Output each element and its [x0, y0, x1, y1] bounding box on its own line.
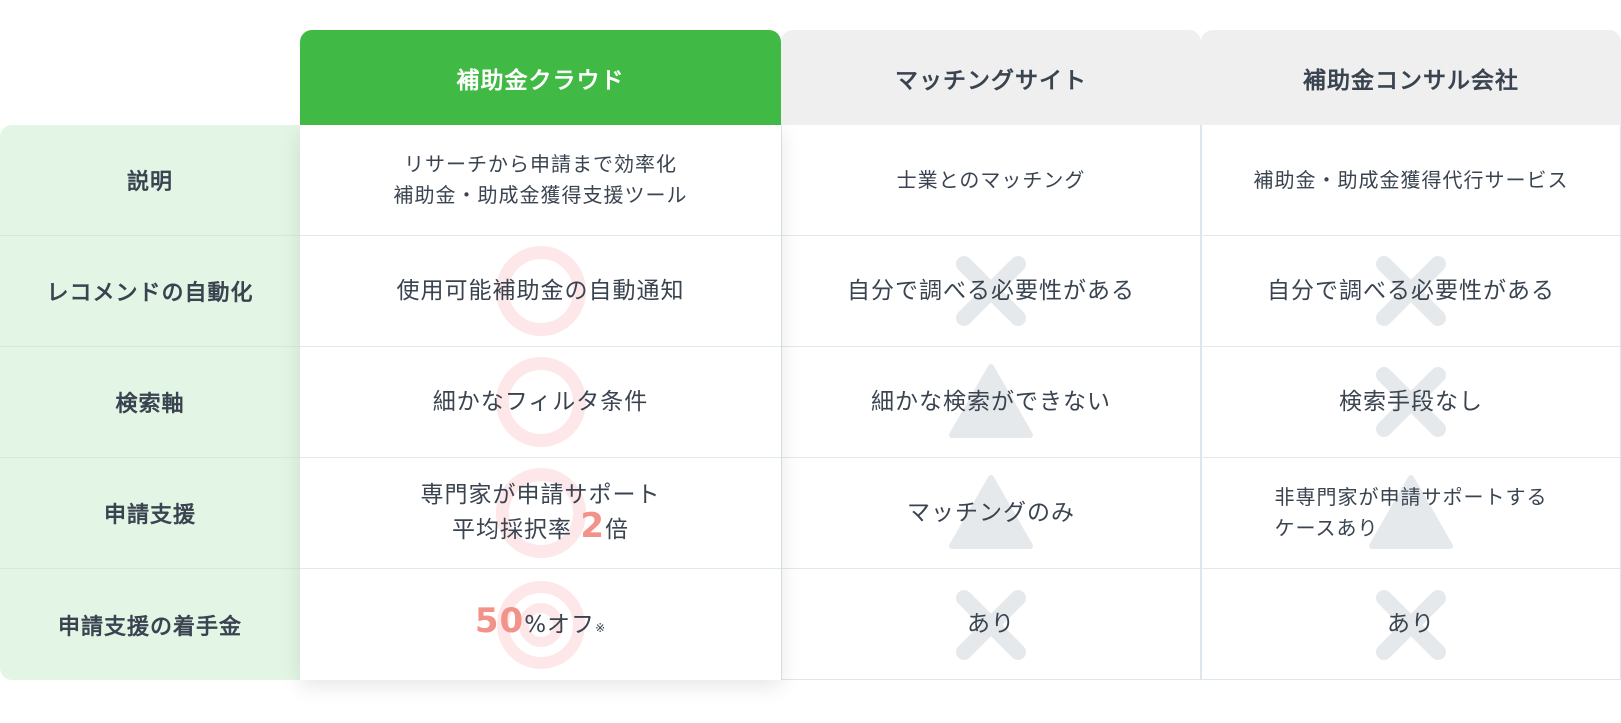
cell-text: 士業とのマッチング [896, 167, 1086, 192]
cell-line: 専門家が申請サポート [420, 482, 661, 508]
header-label: 補助金クラウド [456, 67, 625, 94]
cell-description: 士業とのマッチング [782, 125, 1200, 236]
cell-recommend: 使用可能補助金の自動通知 [300, 236, 781, 347]
cell-text: 非専門家が申請サポートする ケースあり [1275, 482, 1548, 544]
cell-text: 細かな検索ができない [871, 388, 1111, 415]
header-matching-site: マッチングサイト [781, 30, 1201, 125]
row-label-recommend: レコメンドの自動化 [0, 236, 300, 347]
cell-text: 50%オフ※ [475, 604, 607, 644]
cell-line-prefix: 平均採択率 [452, 517, 572, 543]
column-matching-site: 士業とのマッチング 自分で調べる必要性がある 細かな検索ができない マッチングの… [781, 125, 1201, 680]
cell-line-suffix: 倍 [604, 517, 629, 543]
column-hojokin-cloud: リサーチから申請まで効率化 補助金・助成金獲得支援ツール 使用可能補助金の自動通… [300, 125, 781, 680]
header-consultant-company: 補助金コンサル会社 [1201, 30, 1621, 125]
cell-search: 細かなフィルタ条件 [300, 347, 781, 458]
header-label: 補助金コンサル会社 [1303, 67, 1519, 94]
cell-description: リサーチから申請まで効率化 補助金・助成金獲得支援ツール [300, 125, 781, 236]
cell-suffix: %オフ [524, 611, 596, 638]
cell-fee: あり [1202, 569, 1620, 680]
header-hojokin-cloud: 補助金クラウド [300, 30, 781, 125]
cell-text: 補助金・助成金獲得代行サービス [1253, 167, 1569, 192]
highlight-number: 2 [580, 506, 605, 546]
footnote-mark: ※ [595, 620, 607, 635]
row-label-text: レコメンドの自動化 [46, 281, 254, 306]
cell-text: 細かなフィルタ条件 [432, 388, 649, 415]
row-label-fee: 申請支援の着手金 [0, 569, 300, 680]
row-labels-column: 説明 レコメンドの自動化 検索軸 申請支援 申請支援の着手金 [0, 125, 300, 680]
cell-search: 検索手段なし [1202, 347, 1620, 458]
cell-text: 自分で調べる必要性がある [847, 277, 1135, 304]
cell-support: 専門家が申請サポート 平均採択率 2倍 [300, 458, 781, 569]
row-label-support: 申請支援 [0, 458, 300, 569]
cell-fee: あり [782, 569, 1200, 680]
cell-text: 専門家が申請サポート 平均採択率 2倍 [421, 480, 661, 546]
column-consultant-company: 補助金・助成金獲得代行サービス 自分で調べる必要性がある 検索手段なし 非専門家… [1201, 125, 1621, 680]
cell-line: 平均採択率 2倍 [421, 509, 661, 546]
cell-line: 非専門家が申請サポートする [1274, 485, 1548, 509]
cell-text: あり [1387, 611, 1435, 637]
row-label-text: 検索軸 [115, 392, 185, 417]
row-label-search: 検索軸 [0, 347, 300, 458]
cell-text: マッチングのみ [907, 499, 1075, 526]
cell-support: 非専門家が申請サポートする ケースあり [1202, 458, 1620, 569]
cell-search: 細かな検索ができない [782, 347, 1200, 458]
highlight-number: 50 [474, 600, 525, 641]
row-label-text: 説明 [126, 170, 173, 195]
cell-line: 補助金・助成金獲得支援ツール [393, 183, 688, 207]
cell-recommend: 自分で調べる必要性がある [1202, 236, 1620, 347]
cell-recommend: 自分で調べる必要性がある [782, 236, 1200, 347]
cell-line: リサーチから申請まで効率化 [404, 152, 677, 176]
row-label-text: 申請支援 [103, 503, 196, 528]
header-label: マッチングサイト [895, 67, 1087, 94]
cell-description: 補助金・助成金獲得代行サービス [1202, 125, 1620, 236]
cell-support: マッチングのみ [782, 458, 1200, 569]
cell-fee: 50%オフ※ [300, 569, 781, 680]
row-label-description: 説明 [0, 125, 300, 236]
row-label-text: 申請支援の着手金 [57, 614, 242, 640]
cell-line: ケースあり [1274, 516, 1379, 540]
cell-text: 使用可能補助金の自動通知 [396, 277, 685, 304]
cell-text: 自分で調べる必要性がある [1267, 277, 1555, 304]
cell-text: あり [967, 611, 1015, 637]
cell-text: 検索手段なし [1339, 388, 1483, 415]
cell-text: リサーチから申請まで効率化 補助金・助成金獲得支援ツール [394, 149, 688, 211]
